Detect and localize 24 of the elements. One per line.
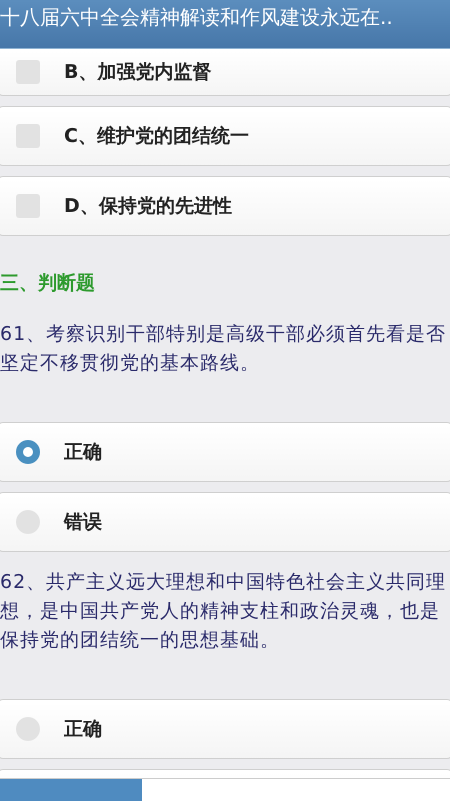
bottom-tab[interactable] [142,778,450,801]
option-label: D、保持党的先进性 [64,194,232,219]
radio-button[interactable] [16,510,40,534]
option-row[interactable]: 正确 [0,699,450,759]
radio-button[interactable] [16,717,40,741]
checkbox[interactable] [16,194,40,218]
option-label: 正确 [64,717,102,742]
question-text: 61、考察识别干部特别是高级干部必须首先看是否坚定不移贯彻党的基本路线。 [0,322,448,376]
option-row[interactable]: D、保持党的先进性 [0,176,450,236]
checkbox[interactable] [16,124,40,148]
bottom-tab[interactable] [0,778,142,801]
section-title: 三、判断题 [0,271,96,296]
option-label: C、维护党的团结统一 [64,124,249,149]
radio-button[interactable] [16,440,40,464]
checkbox[interactable] [16,60,40,84]
option-row[interactable]: 正确 [0,422,450,482]
question-text: 62、共产主义远大理想和中国特色社会主义共同理想，是中国共产党人的精神支柱和政治灵魂，也是保持党的团结统一的思想基础。 [0,570,448,653]
option-row[interactable]: B、加强党内监督 [0,49,450,96]
window-title: 十八届六中全会精神解读和作风建设永远在.. [0,4,394,30]
option-label: 正确 [64,440,102,465]
option-row[interactable]: 错误 [0,492,450,552]
option-row[interactable]: C、维护党的团结统一 [0,106,450,166]
option-label: B、加强党内监督 [64,60,212,85]
option-label: 错误 [64,510,102,535]
